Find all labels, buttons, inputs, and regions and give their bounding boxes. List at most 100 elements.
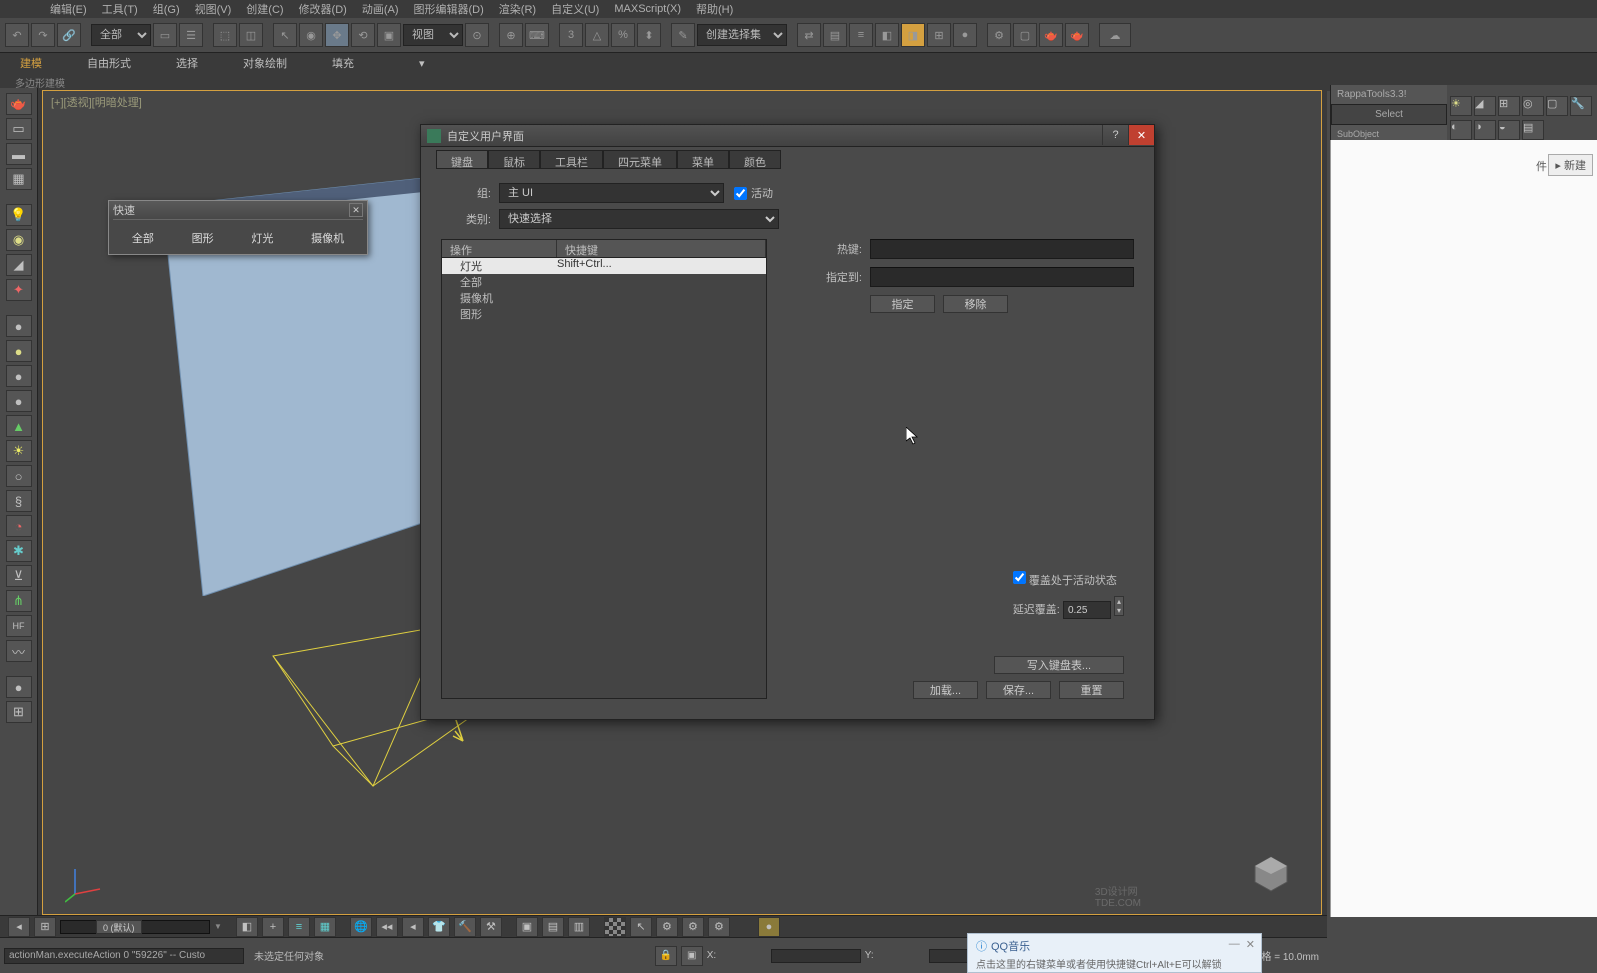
cone-icon[interactable]: ▲ bbox=[6, 415, 32, 437]
tl-icon-1[interactable]: ◂ bbox=[8, 917, 30, 937]
floor-icon[interactable]: ◔ bbox=[6, 515, 32, 537]
new-button[interactable]: ▸ 新建 bbox=[1548, 154, 1593, 176]
qq-close-icon[interactable]: ✕ bbox=[1246, 938, 1255, 951]
grass-icon[interactable]: ⋔ bbox=[6, 590, 32, 612]
menu-views[interactable]: 视图(V) bbox=[195, 1, 232, 17]
dialog-titlebar[interactable]: 自定义用户界面 ? ✕ bbox=[421, 125, 1154, 147]
list-row-lights[interactable]: 灯光Shift+Ctrl... bbox=[442, 258, 766, 274]
tl-arrow-icon[interactable]: ↖ bbox=[630, 917, 652, 937]
select-name-icon[interactable]: ☰ bbox=[179, 23, 203, 47]
tl-world-icon[interactable]: 🌐 bbox=[350, 917, 372, 937]
spinner-snap-icon[interactable]: ⬍ bbox=[637, 23, 661, 47]
rp-icon-5[interactable]: ▢ bbox=[1546, 96, 1568, 116]
tl-gear1-icon[interactable]: ⚙ bbox=[656, 917, 678, 937]
curve-editor-icon[interactable]: ◨ bbox=[901, 23, 925, 47]
move-icon[interactable]: ✥ bbox=[325, 23, 349, 47]
menu-modifiers[interactable]: 修改器(D) bbox=[299, 1, 347, 17]
sphere2-icon[interactable]: ● bbox=[6, 340, 32, 362]
sphere1-icon[interactable]: ● bbox=[6, 315, 32, 337]
hf-icon[interactable]: HF bbox=[6, 615, 32, 637]
tree-icon[interactable]: ⊻ bbox=[6, 565, 32, 587]
override-checkbox[interactable] bbox=[1013, 571, 1026, 584]
select-object-icon[interactable]: ↖ bbox=[273, 23, 297, 47]
wave-icon[interactable]: 〰 bbox=[6, 640, 32, 662]
abs-transform-icon[interactable]: ▣ bbox=[681, 946, 703, 966]
ribbon-tab-populate[interactable]: 填充 bbox=[332, 55, 354, 71]
assignto-input[interactable] bbox=[870, 267, 1134, 287]
group-dropdown[interactable]: 主 UI bbox=[499, 183, 724, 203]
menu-maxscript[interactable]: MAXScript(X) bbox=[614, 3, 681, 15]
figure-icon[interactable]: ✱ bbox=[6, 540, 32, 562]
list-row-cameras[interactable]: 摄像机 bbox=[442, 290, 766, 306]
sphere3-icon[interactable]: ● bbox=[6, 365, 32, 387]
teapot-icon[interactable]: 🫖 bbox=[6, 93, 32, 115]
tab-keyboard[interactable]: 键盘 bbox=[436, 150, 488, 169]
ribbon-tab-modeling[interactable]: 建模 bbox=[20, 55, 42, 71]
redo-icon[interactable]: ↷ bbox=[31, 23, 55, 47]
light-icon[interactable]: 💡 bbox=[6, 204, 32, 226]
render-icon[interactable]: 🫖 bbox=[1065, 23, 1089, 47]
undo-icon[interactable]: ↶ bbox=[5, 23, 29, 47]
remove-button[interactable]: 移除 bbox=[943, 295, 1008, 313]
menu-help[interactable]: 帮助(H) bbox=[696, 1, 733, 17]
menu-graph[interactable]: 图形编辑器(D) bbox=[414, 1, 484, 17]
rp-icon-1[interactable]: ☀ bbox=[1450, 96, 1472, 116]
save-button[interactable]: 保存... bbox=[986, 681, 1051, 699]
named-selection-dropdown[interactable]: 创建选择集 bbox=[697, 24, 787, 46]
rp-icon-6[interactable]: 🔧 bbox=[1570, 96, 1592, 116]
select-icon[interactable]: ▭ bbox=[153, 23, 177, 47]
list-row-shapes[interactable]: 图形 bbox=[442, 306, 766, 322]
select-button[interactable]: Select bbox=[1331, 104, 1447, 125]
active-checkbox[interactable] bbox=[734, 187, 747, 200]
lock-selection-icon[interactable]: 🔒 bbox=[655, 946, 677, 966]
tl-dope-icon[interactable]: ▤ bbox=[542, 917, 564, 937]
scale-icon[interactable]: ▣ bbox=[377, 23, 401, 47]
ref-coord-dropdown[interactable]: 视图 bbox=[403, 24, 463, 46]
time-slider[interactable]: 0 (默认) bbox=[60, 920, 210, 934]
manipulate-icon[interactable]: ⊕ bbox=[499, 23, 523, 47]
x-input[interactable] bbox=[771, 949, 861, 963]
quick-lights-button[interactable]: 灯光 bbox=[241, 225, 283, 251]
select-region-icon[interactable]: ⬚ bbox=[213, 23, 237, 47]
tl-sel-lock-icon[interactable]: ▦ bbox=[314, 917, 336, 937]
bulb-icon[interactable]: ◉ bbox=[6, 229, 32, 251]
delay-spinner[interactable]: 0.25 bbox=[1063, 601, 1111, 619]
pivot-icon[interactable]: ⊙ bbox=[465, 23, 489, 47]
tl-gear2-icon[interactable]: ⚙ bbox=[682, 917, 704, 937]
menu-customize[interactable]: 自定义(U) bbox=[551, 1, 599, 17]
tl-key-icon[interactable]: ◂◂ bbox=[376, 917, 398, 937]
tl-lock-icon[interactable]: ● bbox=[758, 917, 780, 937]
schematic-icon[interactable]: ⊞ bbox=[927, 23, 951, 47]
rp-icon-8[interactable]: ◑ bbox=[1474, 120, 1496, 140]
ribbon-tab-paint[interactable]: 对象绘制 bbox=[243, 55, 287, 71]
grid-icon[interactable]: ▦ bbox=[6, 168, 32, 190]
sphere4-icon[interactable]: ● bbox=[6, 390, 32, 412]
angle-snap-icon[interactable]: △ bbox=[585, 23, 609, 47]
link-icon[interactable]: 🔗 bbox=[57, 23, 81, 47]
category-dropdown[interactable]: 快速选择 bbox=[499, 209, 779, 229]
paint-select-icon[interactable]: ◉ bbox=[299, 23, 323, 47]
write-keyboard-button[interactable]: 写入键盘表... bbox=[994, 656, 1124, 674]
action-list[interactable]: 操作 快捷键 灯光Shift+Ctrl... 全部 摄像机 图形 bbox=[441, 239, 767, 699]
menu-group[interactable]: 组(G) bbox=[153, 1, 180, 17]
quick-toolbar-close-icon[interactable]: ✕ bbox=[349, 203, 363, 217]
sun-icon[interactable]: ☀ bbox=[6, 440, 32, 462]
tl-layers-icon[interactable]: ≡ bbox=[288, 917, 310, 937]
ribbon-tab-select[interactable]: 选择 bbox=[176, 55, 198, 71]
dialog-help-icon[interactable]: ? bbox=[1102, 125, 1128, 145]
quick-shapes-button[interactable]: 图形 bbox=[182, 225, 224, 251]
window-crossing-icon[interactable]: ◫ bbox=[239, 23, 263, 47]
rp-icon-2[interactable]: ◢ bbox=[1474, 96, 1496, 116]
rp-icon-4[interactable]: ◎ bbox=[1522, 96, 1544, 116]
tl-shirt-icon[interactable]: 👕 bbox=[428, 917, 450, 937]
quick-all-button[interactable]: 全部 bbox=[122, 225, 164, 251]
qq-minimize-icon[interactable]: — bbox=[1229, 938, 1240, 951]
tl-track-icon[interactable]: ▥ bbox=[568, 917, 590, 937]
rp-icon-10[interactable]: ▤ bbox=[1522, 120, 1544, 140]
ribbon-tab-freeform[interactable]: 自由形式 bbox=[87, 55, 131, 71]
mirror-icon[interactable]: ⇄ bbox=[797, 23, 821, 47]
selection-filter-dropdown[interactable]: 全部 bbox=[91, 24, 151, 46]
tl-scene-icon[interactable]: ▣ bbox=[516, 917, 538, 937]
quick-toolbar-titlebar[interactable]: 快速 ✕ bbox=[109, 201, 367, 219]
tl-isolate-icon[interactable]: ◧ bbox=[236, 917, 258, 937]
